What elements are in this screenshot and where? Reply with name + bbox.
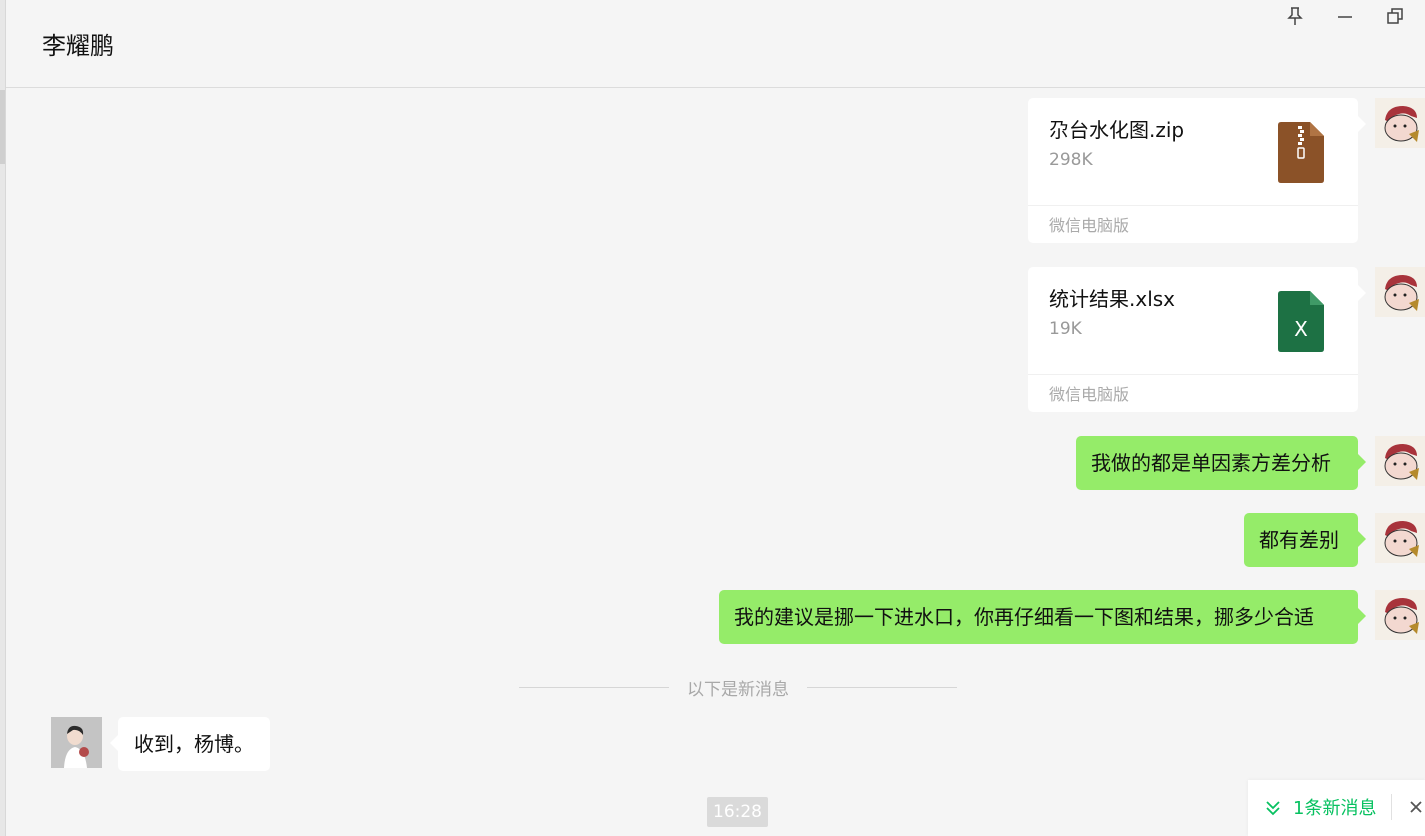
divider-line-right	[807, 687, 957, 688]
file-message-zip[interactable]: 尕台水化图.zip 298K 微信电脑版	[1028, 98, 1366, 243]
double-chevron-down-icon	[1266, 801, 1280, 816]
divider-line-left	[519, 687, 669, 688]
file-card-divider	[1028, 374, 1358, 375]
text-message[interactable]: 我做的都是单因素方差分析	[1076, 436, 1366, 490]
restore-icon	[1387, 8, 1403, 24]
message-text: 我做的都是单因素方差分析	[1091, 451, 1331, 475]
cartoon-avatar-icon	[1375, 436, 1425, 486]
restore-button[interactable]	[1383, 4, 1407, 28]
cartoon-avatar-icon	[1375, 98, 1425, 148]
file-message-xlsx[interactable]: 统计结果.xlsx 19K X 微信电脑版	[1028, 267, 1366, 412]
bubble-tail	[1358, 285, 1366, 301]
new-message-bar[interactable]: 1条新消息	[1248, 780, 1425, 836]
file-size: 19K	[1049, 319, 1082, 339]
contact-avatar-icon	[51, 717, 102, 768]
cartoon-avatar-icon	[1375, 513, 1425, 563]
cartoon-avatar-icon	[1375, 267, 1425, 317]
left-pane-scroll-thumb[interactable]	[0, 90, 5, 164]
excel-file-icon: X	[1278, 291, 1324, 352]
text-message-received[interactable]: 收到，杨博。	[110, 717, 270, 771]
message-text: 我的建议是挪一下进水口，你再仔细看一下图和结果，挪多少合适	[734, 605, 1314, 629]
bubble-tail	[1358, 531, 1366, 547]
text-message[interactable]: 都有差别	[1244, 513, 1366, 567]
file-source: 微信电脑版	[1049, 385, 1130, 404]
text-message[interactable]: 我的建议是挪一下进水口，你再仔细看一下图和结果，挪多少合适	[719, 590, 1366, 644]
new-messages-divider: 以下是新消息	[687, 680, 789, 700]
message-text: 都有差别	[1259, 528, 1339, 552]
bubble-tail	[1358, 116, 1366, 132]
chat-title: 李耀鹏	[42, 32, 114, 60]
new-message-label[interactable]: 1条新消息	[1293, 794, 1376, 820]
self-avatar[interactable]	[1375, 590, 1425, 640]
file-name: 尕台水化图.zip	[1049, 118, 1185, 142]
close-icon[interactable]	[1406, 797, 1425, 817]
contact-avatar[interactable]	[51, 717, 102, 768]
bubble-tail	[1358, 608, 1366, 624]
zip-file-icon	[1278, 122, 1324, 183]
bubble-tail	[1358, 454, 1366, 470]
file-size: 298K	[1049, 150, 1093, 170]
file-source: 微信电脑版	[1049, 216, 1130, 235]
excel-icon-letter: X	[1294, 317, 1308, 341]
self-avatar[interactable]	[1375, 98, 1425, 148]
message-timestamp: 16:28	[707, 797, 768, 827]
new-message-separator	[1391, 794, 1392, 820]
chat-header: 李耀鹏	[6, 0, 1425, 88]
self-avatar[interactable]	[1375, 267, 1425, 317]
left-pane-border	[0, 0, 6, 836]
minimize-button[interactable]	[1333, 4, 1357, 28]
pin-button[interactable]	[1283, 4, 1307, 28]
file-name: 统计结果.xlsx	[1049, 287, 1176, 311]
pin-icon	[1287, 7, 1303, 25]
file-card-divider	[1028, 205, 1358, 206]
minimize-icon	[1338, 16, 1352, 18]
self-avatar[interactable]	[1375, 436, 1425, 486]
bubble-tail	[110, 735, 118, 751]
self-avatar[interactable]	[1375, 513, 1425, 563]
message-text: 收到，杨博。	[134, 732, 254, 756]
cartoon-avatar-icon	[1375, 590, 1425, 640]
